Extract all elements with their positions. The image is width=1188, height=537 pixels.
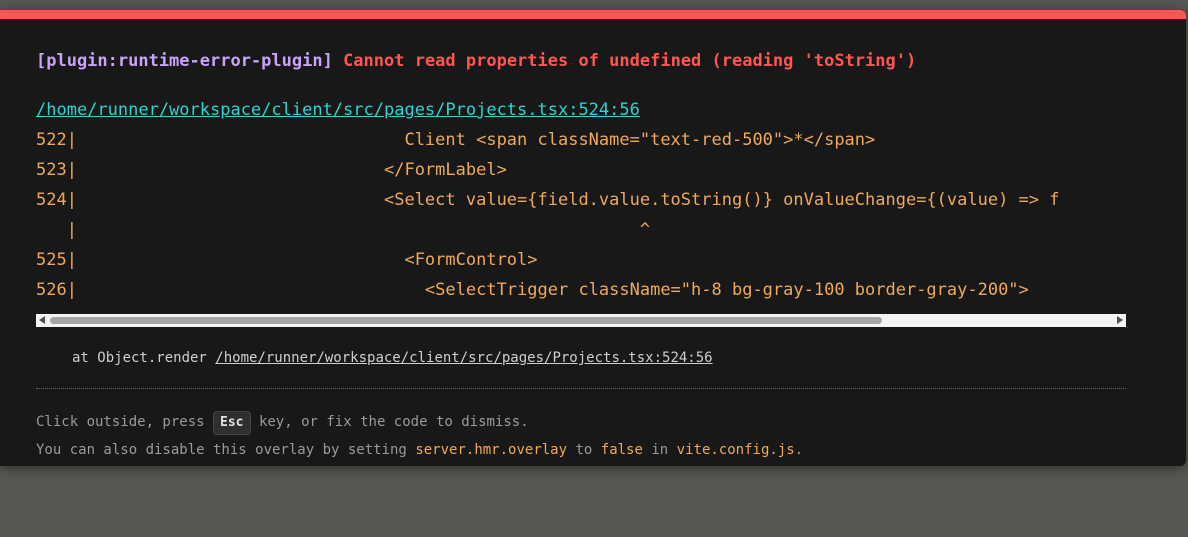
error-message: [plugin:runtime-error-plugin] Cannot rea…: [36, 50, 916, 72]
scrollbar-thumb[interactable]: [50, 317, 882, 324]
tip2-code-false: false: [600, 442, 643, 458]
plugin-name: [plugin:runtime-error-plugin]: [36, 51, 333, 71]
tip2-code-config-file: vite.config.js: [676, 442, 795, 458]
code-frame: 522| Client <span className="text-red-50…: [36, 125, 1126, 317]
code-line-caret: | ^: [36, 220, 651, 240]
divider: [36, 388, 1126, 389]
error-text: Cannot read properties of undefined (rea…: [343, 51, 917, 71]
error-file-link[interactable]: /home/runner/workspace/client/src/pages/…: [36, 100, 640, 120]
code-line-522: 522| Client <span className="text-red-50…: [36, 130, 876, 150]
esc-key: Esc: [213, 411, 251, 435]
tip2-text-b: to: [575, 442, 593, 458]
tip-text-1: Click outside, press: [36, 414, 205, 430]
code-line-523: 523| </FormLabel>: [36, 160, 507, 180]
stack-prefix: at Object.render: [72, 350, 207, 366]
code-frame-horizontal-scrollbar[interactable]: [36, 314, 1126, 327]
tip-text-2: key, or fix the code to dismiss.: [258, 414, 529, 430]
stack-trace: at Object.render /home/runner/workspace/…: [72, 350, 713, 366]
code-frame-text: 522| Client <span className="text-red-50…: [36, 125, 1126, 305]
dismiss-tip: Click outside, press Esc key, or fix the…: [36, 410, 529, 435]
stack-file-link[interactable]: /home/runner/workspace/client/src/pages/…: [215, 350, 712, 366]
code-line-524: 524| <Select value={field.value.toString…: [36, 190, 1060, 210]
tip2-code-config-key: server.hmr.overlay: [415, 442, 568, 458]
error-overlay: [plugin:runtime-error-plugin] Cannot rea…: [0, 10, 1186, 466]
tip2-text-c: in: [651, 442, 669, 458]
tip2-text-a: You can also disable this overlay by set…: [36, 442, 407, 458]
scroll-left-arrow-icon[interactable]: [39, 316, 45, 324]
disable-overlay-tip: You can also disable this overlay by set…: [36, 440, 803, 460]
code-line-525: 525| <FormControl>: [36, 250, 538, 270]
scroll-right-arrow-icon[interactable]: [1117, 316, 1123, 324]
code-line-526: 526| <SelectTrigger className="h-8 bg-gr…: [36, 280, 1029, 300]
tip2-text-d: .: [794, 442, 804, 458]
